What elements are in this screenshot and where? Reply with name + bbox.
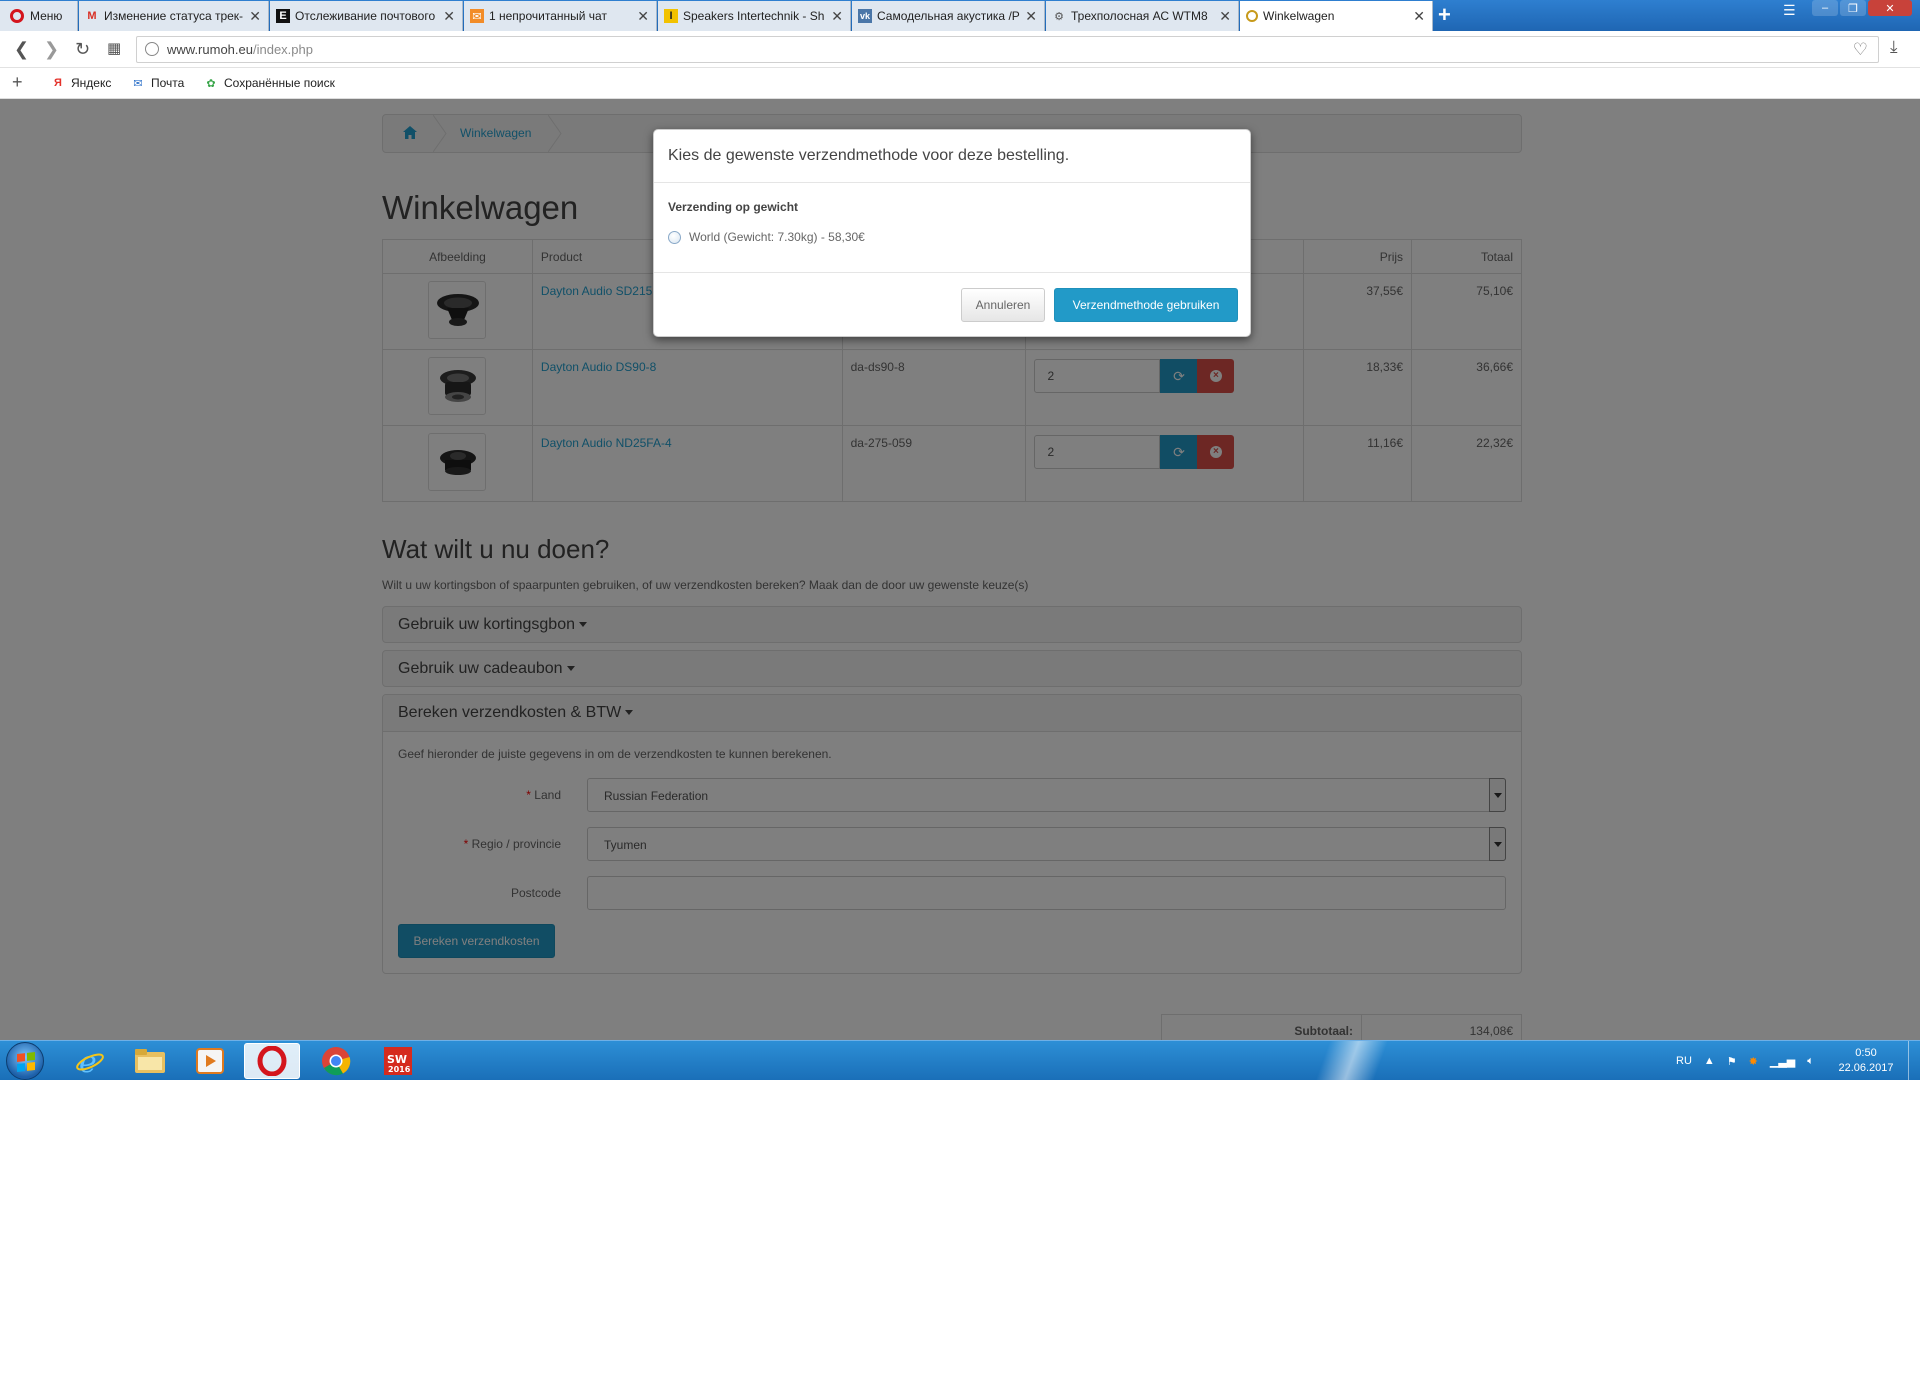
close-tab-icon[interactable]: ✕ — [1025, 8, 1037, 25]
screen: Меню M Изменение статуса трек- ✕ E Отсле… — [0, 0, 1920, 1080]
reload-icon[interactable]: ↻ — [75, 39, 90, 59]
browser-tab-active[interactable]: Winkelwagen ✕ — [1240, 1, 1433, 31]
tab-title: Трехполосная АС WTM8 — [1071, 9, 1208, 23]
browser-tab[interactable]: E Отслеживание почтового ✕ — [270, 1, 463, 31]
close-tab-icon[interactable]: ✕ — [831, 8, 843, 25]
address-bar-row: ❮ ❯ ↻ ▦ www.rumoh.eu/index.php ♡ ⤓ — [0, 31, 1920, 68]
use-shipping-method-button[interactable]: Verzendmethode gebruiken — [1054, 288, 1238, 322]
tab-title: Winkelwagen — [1263, 9, 1335, 23]
close-tab-icon[interactable]: ✕ — [1413, 8, 1425, 25]
vk-icon: vk — [858, 9, 872, 23]
tab-title: Speakers Intertechnik - Sh — [683, 9, 825, 23]
mail-icon: ✉ — [470, 9, 484, 23]
tab-title: 1 непрочитанный чат — [489, 9, 607, 23]
speed-dial-icon[interactable]: ▦ — [107, 39, 121, 59]
browser-tab[interactable]: vk Самодельная акустика /Р ✕ — [852, 1, 1045, 31]
tab-title: Отслеживание почтового — [295, 9, 436, 23]
forum-icon: ⚙ — [1054, 10, 1064, 23]
bookmark-heart-icon[interactable]: ♡ — [1853, 40, 1868, 60]
window-close-icon[interactable]: ✕ — [1868, 0, 1912, 16]
volume-icon[interactable]: 🔈︎ — [1807, 1055, 1814, 1068]
url-domain: www.rumoh.eu — [167, 42, 253, 57]
opera-logo-icon — [10, 9, 24, 23]
modal-title: Kies de gewenste verzendmethode voor dez… — [668, 147, 1070, 164]
rumoh-icon — [1246, 10, 1258, 22]
modal-divider — [654, 182, 1250, 183]
start-button[interactable] — [6, 1042, 44, 1080]
opera-icon[interactable] — [244, 1043, 300, 1079]
taskbar-glint — [1290, 1041, 1410, 1080]
browser-tab[interactable]: I Speakers Intertechnik - Sh ✕ — [658, 1, 851, 31]
bookmark-mail[interactable]: ✉ Почта — [131, 76, 184, 90]
system-clock[interactable]: 0:50 22.06.2017 — [1826, 1046, 1906, 1076]
solidworks-year: 2016 — [388, 1065, 411, 1074]
bookmark-label: Почта — [151, 76, 185, 90]
shipping-option-radio[interactable] — [668, 231, 681, 244]
network-signal-icon[interactable]: ▁▃▅ — [1770, 1055, 1795, 1068]
windows-logo-icon — [17, 1052, 35, 1072]
shipping-option-label[interactable]: World (Gewicht: 7.30kg) - 58,30€ — [689, 230, 865, 244]
bookmarks-bar: + Я Яндекс ✉ Почта ✿ Сохранённые поиск — [0, 68, 1920, 99]
browser-tab[interactable]: ✉ 1 непрочитанный чат ✕ — [464, 1, 657, 31]
browser-tab[interactable]: M Изменение статуса трек- ✕ — [79, 1, 269, 31]
gmail-icon: M — [87, 10, 97, 22]
bookmark-yandex[interactable]: Я Яндекс — [51, 76, 111, 90]
new-tab-button[interactable]: + — [1438, 4, 1451, 26]
chrome-icon[interactable] — [308, 1043, 364, 1079]
download-icon[interactable]: ⤓ — [1890, 37, 1898, 57]
forward-icon[interactable]: ❯ — [44, 39, 59, 59]
shipping-method-modal: Kies de gewenste verzendmethode voor dez… — [653, 129, 1251, 337]
media-player-icon[interactable] — [182, 1043, 238, 1079]
modal-divider — [654, 272, 1250, 273]
bookmark-label: Сохранённые поиск — [224, 76, 335, 90]
browser-tab-strip: Меню M Изменение статуса трек- ✕ E Отсле… — [0, 0, 1920, 31]
restore-icon[interactable]: ❐ — [1840, 0, 1866, 16]
saved-searches-icon: ✿ — [206, 77, 216, 90]
clock-time: 0:50 — [1855, 1047, 1877, 1059]
minimize-icon[interactable]: – — [1812, 0, 1838, 16]
window-controls: – ❐ ✕ — [1812, 0, 1912, 20]
tab-title: Изменение статуса трек- — [104, 9, 244, 23]
tab-title: Самодельная акустика /Р — [877, 9, 1020, 23]
solidworks-icon[interactable]: SW 2016 — [370, 1043, 426, 1079]
system-tray: RU ▲ ⚑ ✸ ▁▃▅ 🔈︎ — [1676, 1041, 1814, 1080]
file-explorer-icon[interactable] — [122, 1043, 178, 1079]
add-bookmark-icon[interactable]: + — [12, 72, 23, 93]
shipping-method-group-label: Verzending op gewicht — [668, 200, 799, 214]
tab-menu-icon[interactable]: ☰ — [1783, 2, 1796, 19]
bookmark-label: Яндекс — [71, 76, 112, 90]
bookmark-saved-searches[interactable]: ✿ Сохранённые поиск — [204, 76, 335, 90]
opera-menu-button[interactable]: Меню — [0, 1, 78, 31]
language-indicator[interactable]: RU — [1676, 1055, 1692, 1067]
show-desktop-button[interactable] — [1908, 1041, 1920, 1080]
tracking-icon: E — [276, 9, 290, 23]
intertechnik-icon: I — [664, 9, 678, 23]
url-path: /index.php — [252, 42, 313, 57]
close-tab-icon[interactable]: ✕ — [1219, 8, 1231, 25]
close-tab-icon[interactable]: ✕ — [443, 8, 455, 25]
browser-tab[interactable]: ⚙ Трехполосная АС WTM8 ✕ — [1046, 1, 1239, 31]
action-center-flag-icon[interactable]: ⚑ — [1727, 1055, 1737, 1068]
windows-taskbar: e SW 2016 RU ▲ ⚑ ✸ ▁▃▅ 🔈︎ 0:50 22.06.201… — [0, 1040, 1920, 1080]
close-tab-icon[interactable]: ✕ — [249, 8, 261, 25]
back-icon[interactable]: ❮ — [14, 39, 29, 59]
cancel-button[interactable]: Annuleren — [961, 288, 1045, 322]
yandex-icon: Я — [54, 77, 62, 89]
avast-icon[interactable]: ✸ — [1749, 1055, 1758, 1068]
opera-menu-label: Меню — [30, 9, 63, 23]
globe-icon — [145, 42, 159, 56]
clock-date: 22.06.2017 — [1838, 1062, 1894, 1074]
internet-explorer-icon[interactable]: e — [62, 1043, 118, 1079]
mail-icon: ✉ — [133, 77, 143, 90]
close-tab-icon[interactable]: ✕ — [637, 8, 649, 25]
show-hidden-icons-icon[interactable]: ▲ — [1704, 1055, 1715, 1067]
url-field[interactable]: www.rumoh.eu/index.php ♡ — [136, 36, 1879, 63]
